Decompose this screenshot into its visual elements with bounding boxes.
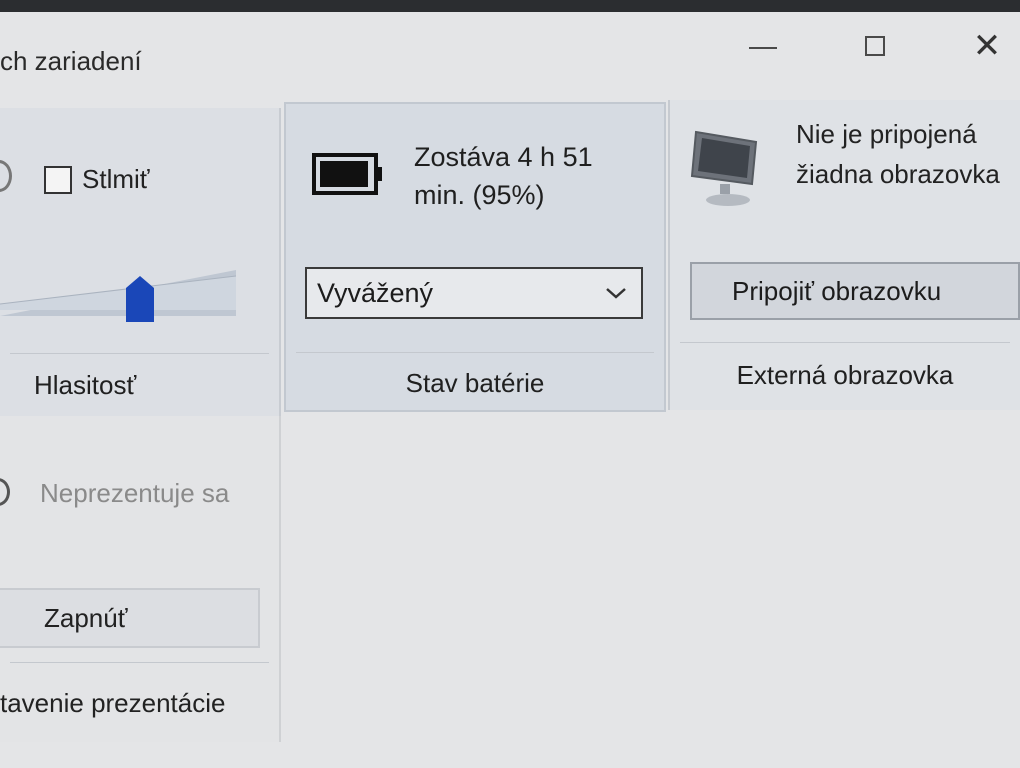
tile-divider (10, 353, 269, 354)
external-display-status: Nie je pripojená žiadna obrazovka (796, 119, 1000, 189)
tile-divider (680, 342, 1010, 343)
presentation-status: Neprezentuje sa (40, 478, 230, 508)
close-button[interactable]: ✕ (962, 26, 1012, 66)
volume-tile: Hlasitosť (0, 108, 281, 416)
volume-footer: Hlasitosť (34, 370, 137, 400)
tile-divider (10, 662, 269, 663)
presentation-toggle-button[interactable]: Zapnúť (0, 588, 260, 648)
monitor-icon (690, 130, 758, 206)
battery-icon (312, 153, 382, 195)
power-plan-value: Vyvážený (317, 277, 434, 308)
volume-slider-track[interactable] (0, 270, 236, 318)
power-plan-dropdown[interactable]: Vyvážený (305, 267, 643, 319)
presentation-footer: tavenie prezentácie (0, 688, 226, 718)
minimize-button[interactable] (738, 26, 788, 66)
close-icon: ✕ (972, 27, 1002, 65)
mute-label: Stlmiť (82, 164, 150, 194)
chevron-down-icon (606, 288, 626, 299)
tile-divider (296, 352, 654, 353)
screen-top-edge (0, 0, 1020, 12)
window-title: ch zariadení (0, 46, 142, 76)
battery-status-text: Zostáva 4 h 51 min. (95%) (414, 142, 593, 210)
minimize-icon (749, 47, 777, 49)
mute-checkbox[interactable] (44, 166, 72, 194)
connect-display-button[interactable]: Pripojiť obrazovku (690, 262, 1020, 320)
external-display-footer: Externá obrazovka (736, 360, 954, 390)
volume-slider-thumb[interactable] (126, 276, 154, 322)
maximize-button[interactable] (850, 26, 900, 66)
maximize-icon (865, 36, 885, 56)
battery-footer: Stav batérie (405, 368, 545, 398)
